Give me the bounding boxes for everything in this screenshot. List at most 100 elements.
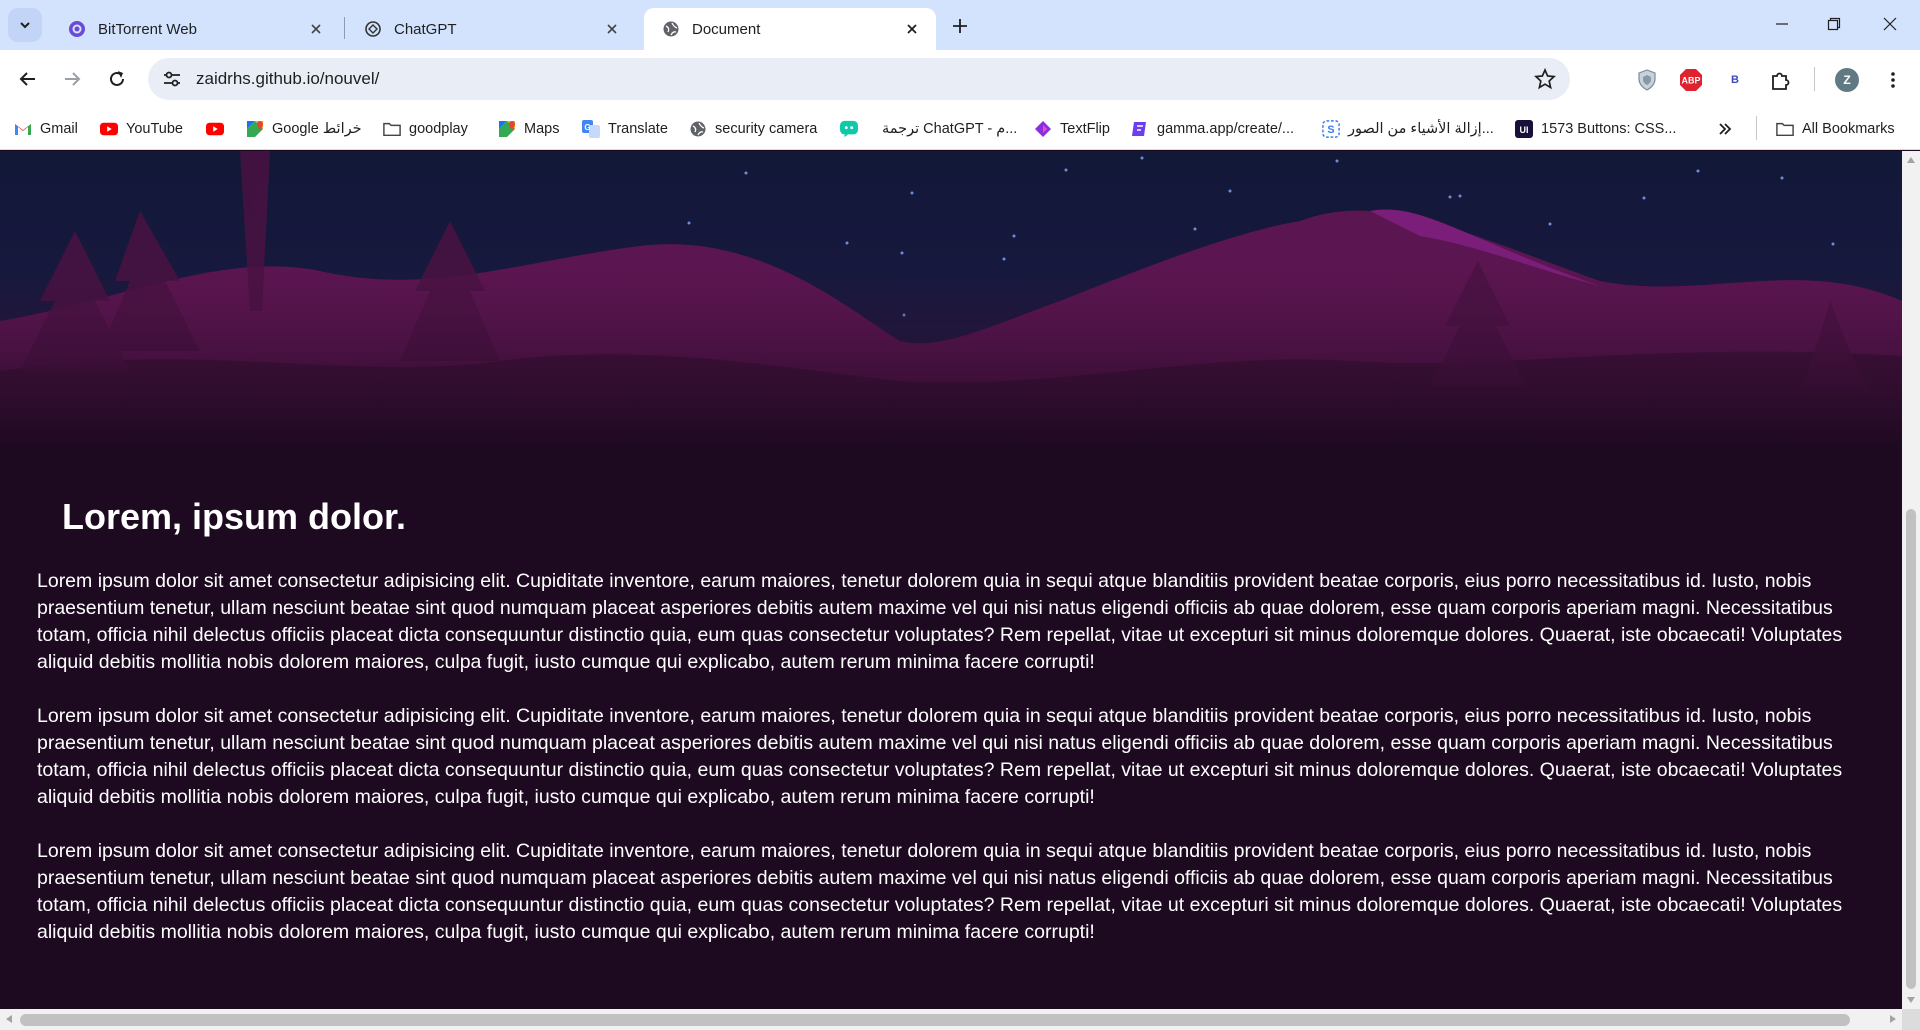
bookmark-goodplay[interactable]: goodplay — [383, 117, 468, 141]
svg-text:S: S — [1327, 124, 1334, 136]
browser-toolbar: zaidrhs.github.io/nouvel/ ABP B Z — [0, 50, 1920, 108]
bookmark-gmail[interactable]: Gmail — [14, 117, 78, 141]
bookmark-star-icon[interactable] — [1534, 68, 1556, 90]
bookmark-label: YouTube — [126, 121, 183, 137]
horizontal-scroll-thumb[interactable] — [20, 1014, 1850, 1026]
close-window-button[interactable] — [1860, 0, 1920, 48]
tab-search-button[interactable] — [8, 8, 42, 42]
double-chevron-right-icon — [1719, 123, 1732, 135]
profile-avatar[interactable]: Z — [1834, 67, 1860, 93]
all-bookmarks-label: All Bookmarks — [1802, 121, 1895, 137]
bookmark-gamma[interactable]: gamma.app/create/... — [1131, 117, 1294, 141]
toolbar-divider — [1814, 67, 1815, 91]
arrow-left-icon — [19, 72, 35, 86]
youtube-icon — [206, 120, 224, 138]
tab-title: Document — [692, 20, 761, 38]
adblock-plus-icon[interactable]: ABP — [1678, 67, 1704, 93]
new-tab-button[interactable] — [946, 12, 974, 40]
bookmark-google-maps-ar[interactable]: Google خرائط — [246, 117, 362, 141]
bookmark-label: 1573 Buttons: CSS... — [1541, 121, 1677, 137]
bookmark-chatgpt-translate[interactable]: ترجمة ChatGPT - م... — [840, 117, 1017, 141]
gamma-icon — [1131, 120, 1149, 138]
profile-initial: Z — [1835, 68, 1859, 92]
svg-text:UI: UI — [1520, 125, 1529, 135]
close-icon — [1883, 17, 1897, 31]
paragraph: Lorem ipsum dolor sit amet consectetur a… — [37, 570, 1843, 673]
paragraph: Lorem ipsum dolor sit amet consectetur a… — [37, 705, 1843, 808]
chevron-down-icon — [20, 22, 30, 29]
puzzle-extensions-icon[interactable] — [1768, 67, 1794, 93]
page-viewport: Lorem, ipsum dolor. Lorem ipsum dolor si… — [0, 151, 1902, 1009]
vertical-scroll-thumb[interactable] — [1906, 509, 1916, 989]
bookmark-buttons-css[interactable]: UI 1573 Buttons: CSS... — [1515, 117, 1676, 141]
textflip-icon — [1034, 120, 1052, 138]
gmail-icon — [14, 120, 32, 138]
forward-button[interactable] — [56, 63, 88, 95]
scroll-up-arrow-icon[interactable] — [1907, 157, 1915, 163]
google-maps-icon — [246, 120, 264, 138]
site-settings-icon[interactable] — [162, 69, 182, 89]
b-extension-label: B — [1731, 74, 1739, 86]
minimize-icon — [1776, 23, 1788, 25]
svg-text:G: G — [584, 123, 590, 132]
vertical-scrollbar[interactable] — [1902, 151, 1920, 1009]
browser-menu-button[interactable] — [1880, 67, 1906, 93]
bookmark-label: goodplay — [409, 121, 468, 137]
bookmark-youtube[interactable]: YouTube — [100, 117, 183, 141]
bookmark-youtube-2[interactable] — [206, 117, 232, 141]
globe-icon — [663, 21, 679, 37]
tab-title: BitTorrent Web — [98, 20, 197, 38]
chatgpt-icon — [365, 21, 381, 37]
s-app-icon: S — [1322, 120, 1340, 138]
scroll-left-arrow-icon[interactable] — [6, 1015, 12, 1023]
ui-icon: UI — [1515, 120, 1533, 138]
scroll-down-arrow-icon[interactable] — [1907, 997, 1915, 1003]
b-extension-icon[interactable]: B — [1722, 67, 1748, 93]
horizontal-scrollbar[interactable] — [0, 1009, 1902, 1030]
scrollbar-corner — [1902, 1009, 1920, 1030]
bookmark-maps[interactable]: Maps — [498, 117, 559, 141]
bookmarks-bar: Gmail YouTube Google خرائط goodplay Maps… — [0, 108, 1920, 150]
bookmarks-divider — [1756, 116, 1757, 140]
more-vertical-icon — [1891, 72, 1895, 88]
folder-icon — [1776, 120, 1794, 138]
minimize-button[interactable] — [1752, 0, 1812, 48]
bookmark-label: ترجمة ChatGPT - م... — [882, 121, 1018, 137]
translate-icon: G — [582, 120, 600, 138]
address-bar[interactable]: zaidrhs.github.io/nouvel/ — [148, 58, 1570, 100]
restore-button[interactable] — [1804, 0, 1864, 48]
bookmark-label: gamma.app/create/... — [1157, 121, 1295, 137]
tab-document[interactable]: Document — [644, 8, 936, 50]
restore-icon — [1827, 17, 1841, 31]
bookmark-label: إزالة الأشياء من الصور... — [1348, 121, 1494, 137]
reload-button[interactable] — [101, 63, 133, 95]
tab-separator — [344, 17, 345, 39]
chat-bubble-icon — [840, 120, 858, 138]
close-icon[interactable] — [902, 19, 922, 39]
url-text[interactable]: zaidrhs.github.io/nouvel/ — [196, 69, 379, 89]
bookmark-label: TextFlip — [1060, 121, 1110, 137]
back-button[interactable] — [12, 63, 44, 95]
bookmark-label: security camera — [715, 121, 818, 137]
google-maps-icon — [498, 120, 516, 138]
bookmark-label: Google خرائط — [272, 121, 362, 137]
all-bookmarks-button[interactable]: All Bookmarks — [1776, 117, 1895, 141]
bookmarks-overflow-button[interactable] — [1718, 117, 1732, 141]
tab-bittorrent[interactable]: BitTorrent Web — [50, 8, 340, 50]
folder-icon — [383, 120, 401, 138]
close-icon[interactable] — [306, 19, 326, 39]
bookmark-textflip[interactable]: TextFlip — [1034, 117, 1110, 141]
shield-extension-icon[interactable] — [1634, 67, 1660, 93]
globe-icon — [689, 120, 707, 138]
bookmark-security-camera[interactable]: security camera — [689, 117, 817, 141]
close-icon[interactable] — [602, 19, 622, 39]
plus-icon — [953, 19, 967, 33]
youtube-icon — [100, 120, 118, 138]
tab-chatgpt[interactable]: ChatGPT — [346, 8, 636, 50]
bookmark-label: Translate — [608, 121, 668, 137]
bookmark-translate[interactable]: G Translate — [582, 117, 668, 141]
bookmark-remove-objects[interactable]: S إزالة الأشياء من الصور... — [1322, 117, 1494, 141]
scroll-right-arrow-icon[interactable] — [1890, 1015, 1896, 1023]
bittorrent-icon — [69, 21, 85, 37]
tab-strip: BitTorrent Web ChatGPT Document — [0, 0, 1920, 50]
